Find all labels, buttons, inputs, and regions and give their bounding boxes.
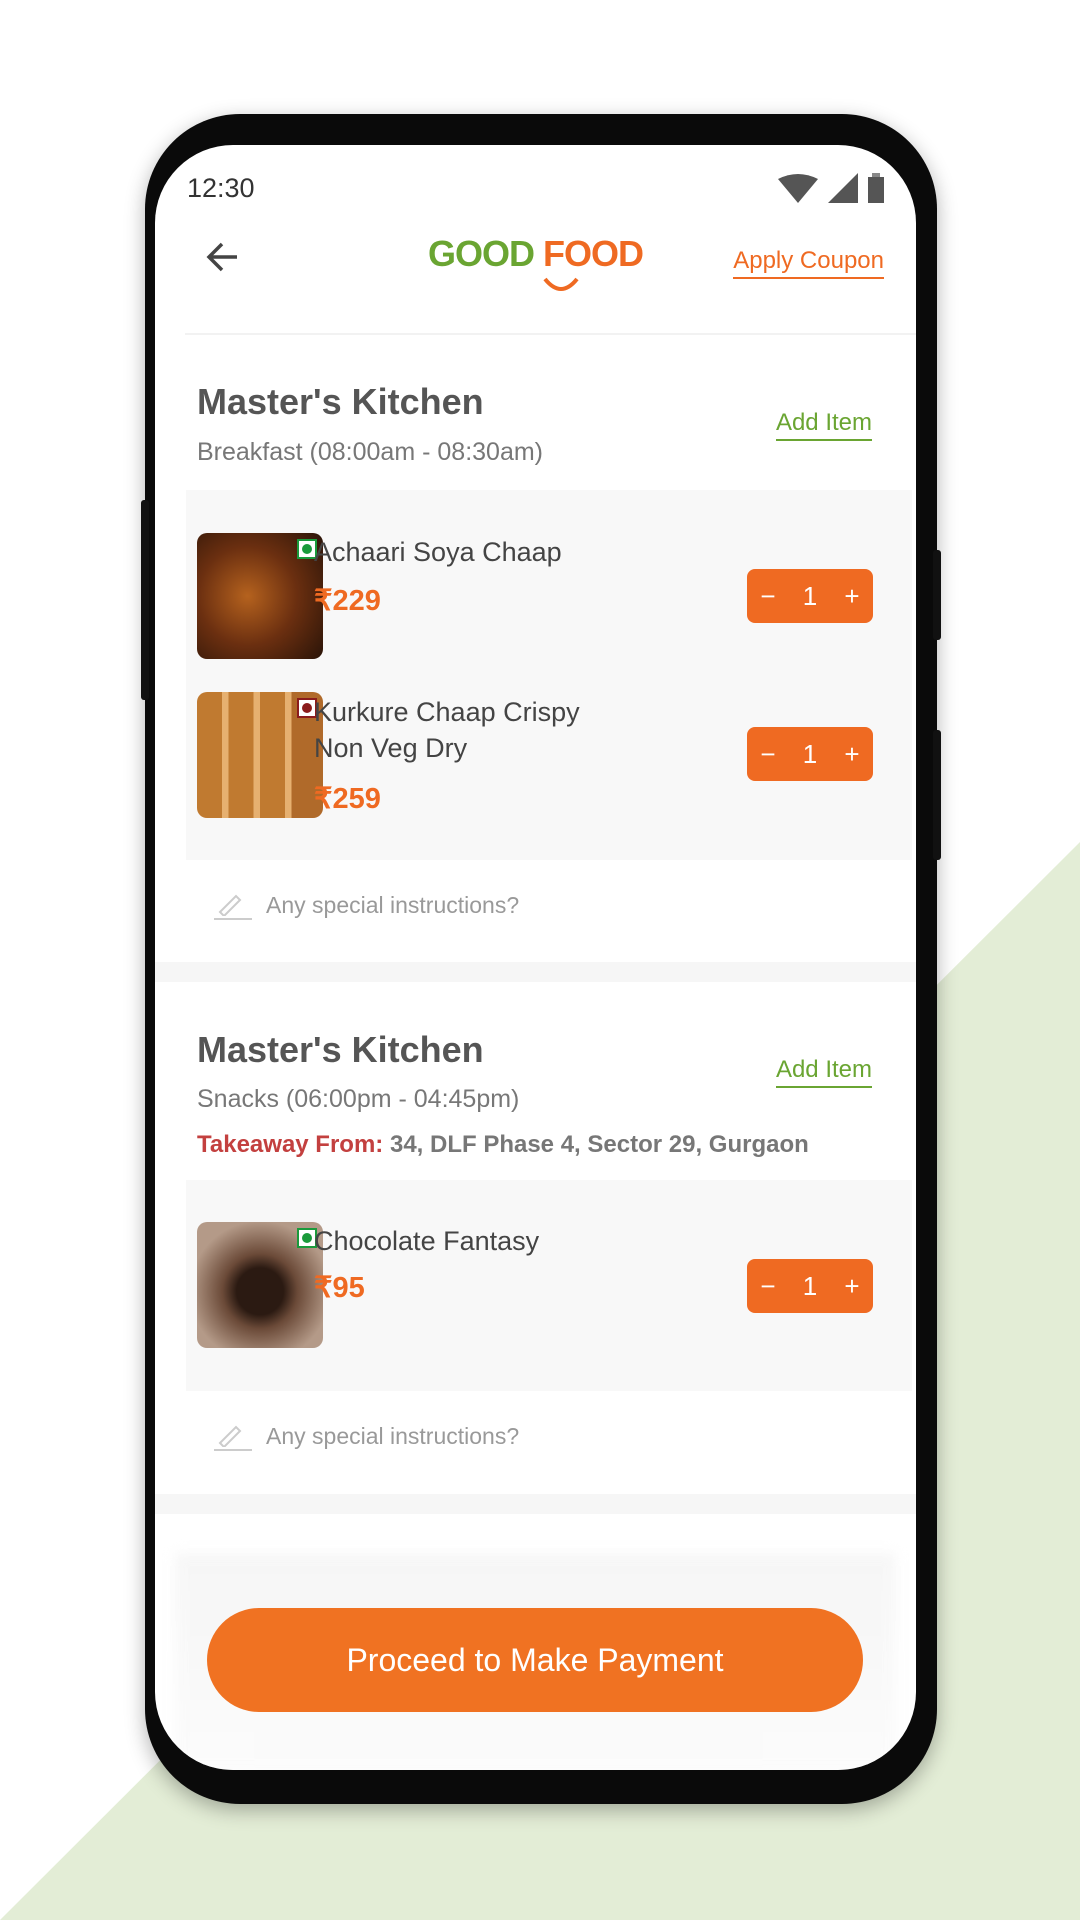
takeaway-address: Takeaway From: 34, DLF Phase 4, Sector 2…	[197, 1131, 809, 1159]
item-image	[197, 1222, 323, 1348]
apply-coupon-link[interactable]: Apply Coupon	[733, 247, 884, 279]
phone-side-button	[141, 500, 149, 700]
header-divider	[185, 333, 916, 335]
kitchen-title: Master's Kitchen	[197, 1029, 484, 1070]
item-name: Achaari Soya Chaap	[314, 537, 562, 567]
signal-icon	[828, 173, 858, 203]
instructions-placeholder: Any special instructions?	[266, 891, 520, 918]
item-image	[197, 692, 323, 818]
items-card: Achaari Soya Chaap ₹229 −1 + Kurkure Chaa…	[186, 490, 912, 860]
item-price: ₹259	[314, 783, 381, 815]
phone-side-button	[933, 730, 941, 860]
battery-icon	[868, 173, 884, 203]
meal-time: Breakfast (08:00am - 08:30am)	[197, 438, 543, 466]
item-price: ₹229	[314, 585, 381, 617]
plus-button[interactable]: +	[837, 1271, 867, 1302]
section-divider	[155, 962, 916, 982]
minus-button[interactable]: −	[753, 581, 783, 612]
minus-button[interactable]: −	[753, 1271, 783, 1302]
quantity-stepper[interactable]: −1 +	[747, 569, 873, 623]
special-instructions-input[interactable]: Any special instructions?	[214, 1421, 519, 1451]
takeaway-address-text: 34, DLF Phase 4, Sector 29, Gurgaon	[389, 1131, 809, 1158]
instructions-placeholder: Any special instructions?	[266, 1422, 520, 1449]
quantity-value: 1	[802, 580, 818, 611]
quantity-stepper[interactable]: −1 +	[747, 727, 873, 781]
logo-smile-icon	[543, 277, 579, 291]
status-time: 12:30	[187, 173, 255, 203]
app-screen: 12:30 GOOD FOOD Apply Coupon Master's Ki…	[155, 145, 916, 1770]
meal-time: Snacks (06:00pm - 04:45pm)	[197, 1085, 520, 1113]
add-item-link[interactable]: Add Item	[775, 409, 872, 441]
add-item-link[interactable]: Add Item	[775, 1056, 872, 1088]
pencil-icon	[214, 890, 252, 920]
item-image	[197, 533, 323, 659]
section-divider	[155, 1494, 916, 1514]
minus-button[interactable]: −	[753, 739, 783, 770]
quantity-stepper[interactable]: −1 +	[747, 1259, 873, 1313]
item-name: Kurkure Chaap Crispy Non Veg Dry	[314, 697, 580, 763]
special-instructions-input[interactable]: Any special instructions?	[214, 890, 519, 920]
item-name: Chocolate Fantasy	[314, 1226, 540, 1256]
kitchen-title: Master's Kitchen	[197, 381, 484, 422]
status-icons	[778, 173, 884, 203]
plus-button[interactable]: +	[837, 581, 867, 612]
quantity-value: 1	[802, 1270, 818, 1301]
phone-side-button	[933, 550, 941, 640]
quantity-value: 1	[802, 738, 818, 769]
plus-button[interactable]: +	[837, 739, 867, 770]
wifi-icon	[778, 174, 818, 203]
proceed-to-payment-button[interactable]: Proceed to Make Payment	[207, 1608, 863, 1712]
items-card: Chocolate Fantasy ₹95 −1 +	[186, 1180, 912, 1391]
takeaway-label: Takeaway From:	[197, 1131, 384, 1158]
pencil-icon	[214, 1421, 252, 1451]
item-price: ₹95	[314, 1272, 365, 1304]
